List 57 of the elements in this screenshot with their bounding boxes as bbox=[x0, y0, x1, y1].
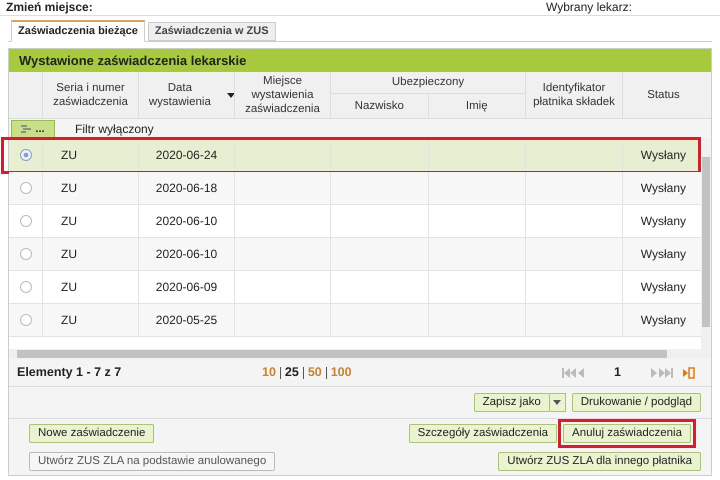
radio-button[interactable] bbox=[20, 281, 32, 293]
action-button[interactable]: Anuluj zaświadczenia bbox=[563, 424, 691, 442]
column-header[interactable]: Identyfikator płatnika składek bbox=[526, 72, 623, 118]
table-cell-text: ZU bbox=[61, 147, 77, 164]
table-cell-text: ZU bbox=[61, 312, 77, 329]
print-preview-button[interactable]: Drukowanie / podgląd bbox=[572, 393, 701, 412]
table-cell-text: ZU bbox=[61, 213, 77, 230]
table-cell-text: Wysłany bbox=[640, 312, 686, 329]
table-cell-text: ZU bbox=[61, 180, 77, 197]
sort-down-icon[interactable] bbox=[226, 92, 234, 98]
element-count: Elementy 1 - 7 z 7 bbox=[17, 364, 122, 382]
table-cell-text: 2020-06-09 bbox=[156, 279, 218, 296]
place-label: Zmień miejsce: bbox=[6, 0, 94, 14]
column-header[interactable]: Seria i numer zaświadczenia bbox=[43, 72, 139, 118]
table-cell-text: Wysłany bbox=[640, 180, 686, 197]
radio-button[interactable] bbox=[20, 182, 32, 194]
radio-button[interactable] bbox=[20, 248, 32, 260]
panel-title: Wystawione zaświadczenia lekarskie bbox=[9, 49, 711, 72]
filter-icon bbox=[21, 125, 32, 133]
table-cell-text: Wysłany bbox=[640, 246, 686, 263]
radio-button[interactable] bbox=[20, 149, 32, 161]
column-header[interactable]: Data wystawienia bbox=[139, 81, 221, 109]
table-cell-text: 2020-05-25 bbox=[156, 312, 218, 329]
page-size-link[interactable]: 25 bbox=[284, 363, 299, 382]
column-header[interactable]: Nazwisko bbox=[331, 94, 428, 118]
action-button[interactable]: Szczegóły zaświadczenia bbox=[408, 424, 558, 442]
horizontal-scrollbar[interactable] bbox=[9, 349, 711, 359]
first-prev-icon[interactable] bbox=[562, 368, 586, 378]
table-cell-text: ZU bbox=[61, 246, 77, 263]
page-number: 1 bbox=[614, 364, 621, 382]
column-header[interactable]: Status bbox=[623, 72, 704, 118]
filter-button[interactable]: ... bbox=[11, 120, 55, 138]
table-cell-text: 2020-06-18 bbox=[156, 180, 218, 197]
radio-button[interactable] bbox=[20, 215, 32, 227]
column-header[interactable]: Ubezpieczony bbox=[331, 72, 525, 94]
save-as-button[interactable]: Zapisz jako bbox=[474, 393, 550, 412]
dropdown-button[interactable] bbox=[550, 393, 566, 412]
caret-down-icon bbox=[553, 400, 562, 405]
tab[interactable]: Zaświadczenia w ZUS bbox=[148, 22, 276, 41]
radio-button[interactable] bbox=[20, 314, 32, 326]
table-cell-text: 2020-06-24 bbox=[156, 147, 218, 164]
action-button[interactable]: Utwórz ZUS ZLA dla innego płatnika bbox=[498, 452, 701, 470]
refresh-icon[interactable] bbox=[682, 366, 695, 378]
table-cell-text: ZU bbox=[61, 279, 77, 296]
vertical-scrollbar[interactable] bbox=[701, 139, 711, 349]
doctor-label: Wybrany lekarz: bbox=[546, 0, 632, 14]
table-cell-text: 2020-06-10 bbox=[156, 213, 218, 230]
table-cell-text: Wysłany bbox=[640, 147, 686, 164]
column-header[interactable]: Miejsce wystawienia zaświadczenia bbox=[235, 72, 331, 118]
filter-status: Filtr wyłączony bbox=[75, 121, 154, 138]
tab[interactable]: Zaświadczenia bieżące bbox=[11, 20, 145, 42]
action-button[interactable]: Nowe zaświadczenie bbox=[29, 424, 154, 442]
table-cell-text: 2020-06-10 bbox=[156, 246, 218, 263]
table-cell-text: Wysłany bbox=[640, 279, 686, 296]
table-cell-text: Wysłany bbox=[640, 213, 686, 230]
next-last-icon[interactable] bbox=[648, 368, 673, 378]
column-header[interactable]: Imię bbox=[428, 94, 525, 118]
